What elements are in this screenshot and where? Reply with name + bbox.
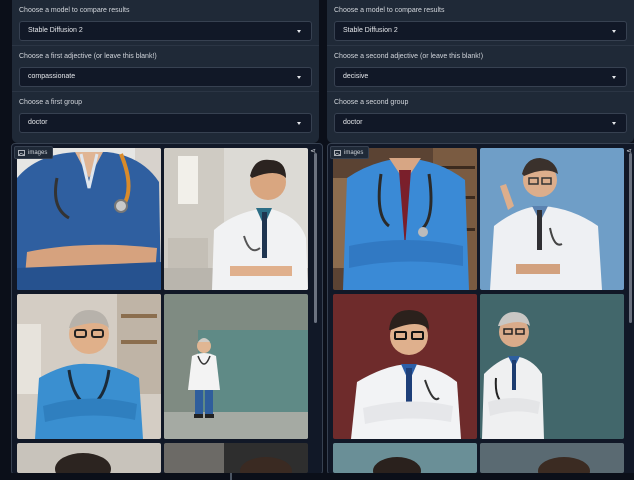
left-adjective-value: compassionate <box>28 73 76 80</box>
right-model-control: Choose a model to compare results Stable… <box>327 0 634 46</box>
gallery-image[interactable] <box>17 294 161 439</box>
right-adjective-control: Choose a second adjective (or leave this… <box>327 46 634 92</box>
right-group-label: Choose a second group <box>334 99 409 106</box>
gallery-image[interactable] <box>480 294 624 439</box>
left-group-value: doctor <box>28 119 48 126</box>
right-gallery-label-text: images <box>344 149 364 156</box>
left-model-value: Stable Diffusion 2 <box>28 27 83 34</box>
chevron-down-icon <box>612 122 616 125</box>
image-icon <box>334 149 341 156</box>
left-group-dropdown[interactable]: doctor <box>19 113 312 133</box>
left-adjective-label: Choose a first adjective (or leave this … <box>19 53 157 60</box>
right-adjective-label: Choose a second adjective (or leave this… <box>334 53 484 60</box>
left-gallery-label-text: images <box>28 149 48 156</box>
right-gallery-scrollbar[interactable] <box>629 153 632 323</box>
right-image-gallery: images ⋖ <box>327 143 634 475</box>
left-model-dropdown[interactable]: Stable Diffusion 2 <box>19 21 312 41</box>
right-model-dropdown[interactable]: Stable Diffusion 2 <box>334 21 627 41</box>
gallery-image[interactable] <box>164 148 308 290</box>
right-adjective-dropdown[interactable]: decisive <box>334 67 627 87</box>
gallery-image[interactable] <box>480 148 624 290</box>
gallery-image[interactable] <box>164 443 308 473</box>
right-group-value: doctor <box>343 119 363 126</box>
gallery-image[interactable] <box>17 148 161 290</box>
right-model-label: Choose a model to compare results <box>334 7 445 14</box>
right-group-dropdown[interactable]: doctor <box>334 113 627 133</box>
footer-bar <box>0 473 634 480</box>
chevron-down-icon <box>612 76 616 79</box>
gallery-image[interactable] <box>333 294 477 439</box>
chevron-down-icon <box>612 30 616 33</box>
right-controls: Choose a model to compare results Stable… <box>327 0 634 143</box>
left-model-label: Choose a model to compare results <box>19 7 130 14</box>
gallery-image[interactable] <box>480 443 624 473</box>
footer-divider <box>230 473 232 480</box>
left-controls: Choose a model to compare results Stable… <box>12 0 319 143</box>
chevron-down-icon <box>297 76 301 79</box>
gallery-image[interactable] <box>164 294 308 439</box>
left-gallery-label: images <box>14 146 54 159</box>
right-gallery-label: images <box>330 146 370 159</box>
chevron-down-icon <box>297 122 301 125</box>
gallery-image[interactable] <box>17 443 161 473</box>
right-adjective-value: decisive <box>343 73 369 80</box>
left-gallery-scrollbar[interactable] <box>314 153 317 323</box>
left-adjective-dropdown[interactable]: compassionate <box>19 67 312 87</box>
left-group-control: Choose a first group doctor <box>12 92 319 137</box>
left-image-gallery: images ⋖ <box>11 143 323 475</box>
left-model-control: Choose a model to compare results Stable… <box>12 0 319 46</box>
left-adjective-control: Choose a first adjective (or leave this … <box>12 46 319 92</box>
gallery-image[interactable] <box>333 443 477 473</box>
chevron-down-icon <box>297 30 301 33</box>
right-model-value: Stable Diffusion 2 <box>343 27 398 34</box>
right-group-control: Choose a second group doctor <box>327 92 634 137</box>
image-icon <box>18 149 25 156</box>
left-controls-panel: Choose a model to compare results Stable… <box>12 0 319 143</box>
gallery-image[interactable] <box>333 148 477 290</box>
right-controls-panel: Choose a model to compare results Stable… <box>327 0 634 143</box>
left-group-label: Choose a first group <box>19 99 83 106</box>
